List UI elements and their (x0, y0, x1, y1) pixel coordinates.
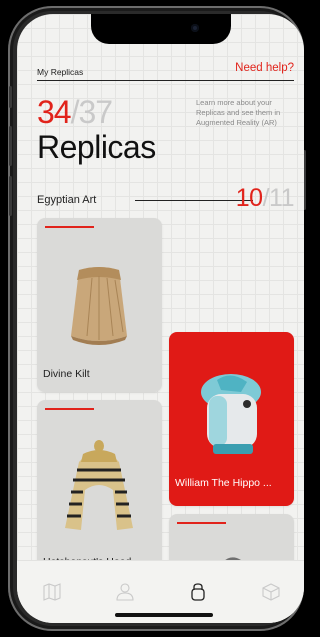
bottom-tab-bar (17, 560, 304, 623)
kilt-image (71, 267, 127, 345)
replicas-heading: Replicas (37, 129, 156, 165)
section-total: /11 (262, 184, 295, 212)
notch (91, 14, 231, 44)
total-count: /37 (70, 94, 113, 130)
volume-down-button (9, 176, 12, 216)
volume-up-button (9, 126, 12, 166)
owned-count: 34 (37, 94, 72, 130)
replicas-bag-icon (191, 583, 205, 601)
card-title: William The Hippo ... (175, 477, 272, 489)
replica-card-selected[interactable]: William The Hippo ... (169, 332, 294, 506)
app-screen: My Replicas Need help? 34/37 Replicas Le… (17, 14, 304, 623)
top-bar: My Replicas Need help? (37, 60, 294, 81)
ar-cube-icon (262, 583, 280, 601)
section-count: 10/11 (235, 184, 295, 213)
section-header: Egyptian Art 10/11 (37, 184, 295, 216)
tab-replicas[interactable] (187, 581, 209, 603)
profile-icon (116, 583, 134, 601)
tab-map[interactable] (41, 581, 63, 603)
map-icon (43, 583, 61, 601)
tab-ar[interactable] (260, 581, 282, 603)
need-help-link[interactable]: Need help? (235, 62, 294, 74)
mute-switch (9, 86, 12, 108)
front-camera (191, 24, 199, 32)
ar-info-text[interactable]: Learn more about your Replicas and see t… (196, 98, 294, 128)
page-title: My Replicas (37, 67, 84, 77)
section-title: Egyptian Art (37, 194, 97, 206)
nemes-headdress-image (65, 440, 133, 530)
replica-card[interactable]: Divine Kilt (37, 218, 162, 392)
card-title: Divine Kilt (43, 368, 90, 380)
replica-card[interactable]: Hatshepsut's Head... (37, 400, 162, 574)
section-owned: 10 (235, 184, 263, 212)
tab-profile[interactable] (114, 581, 136, 603)
home-indicator[interactable] (115, 613, 213, 617)
replica-count: 34/37 (37, 94, 113, 131)
